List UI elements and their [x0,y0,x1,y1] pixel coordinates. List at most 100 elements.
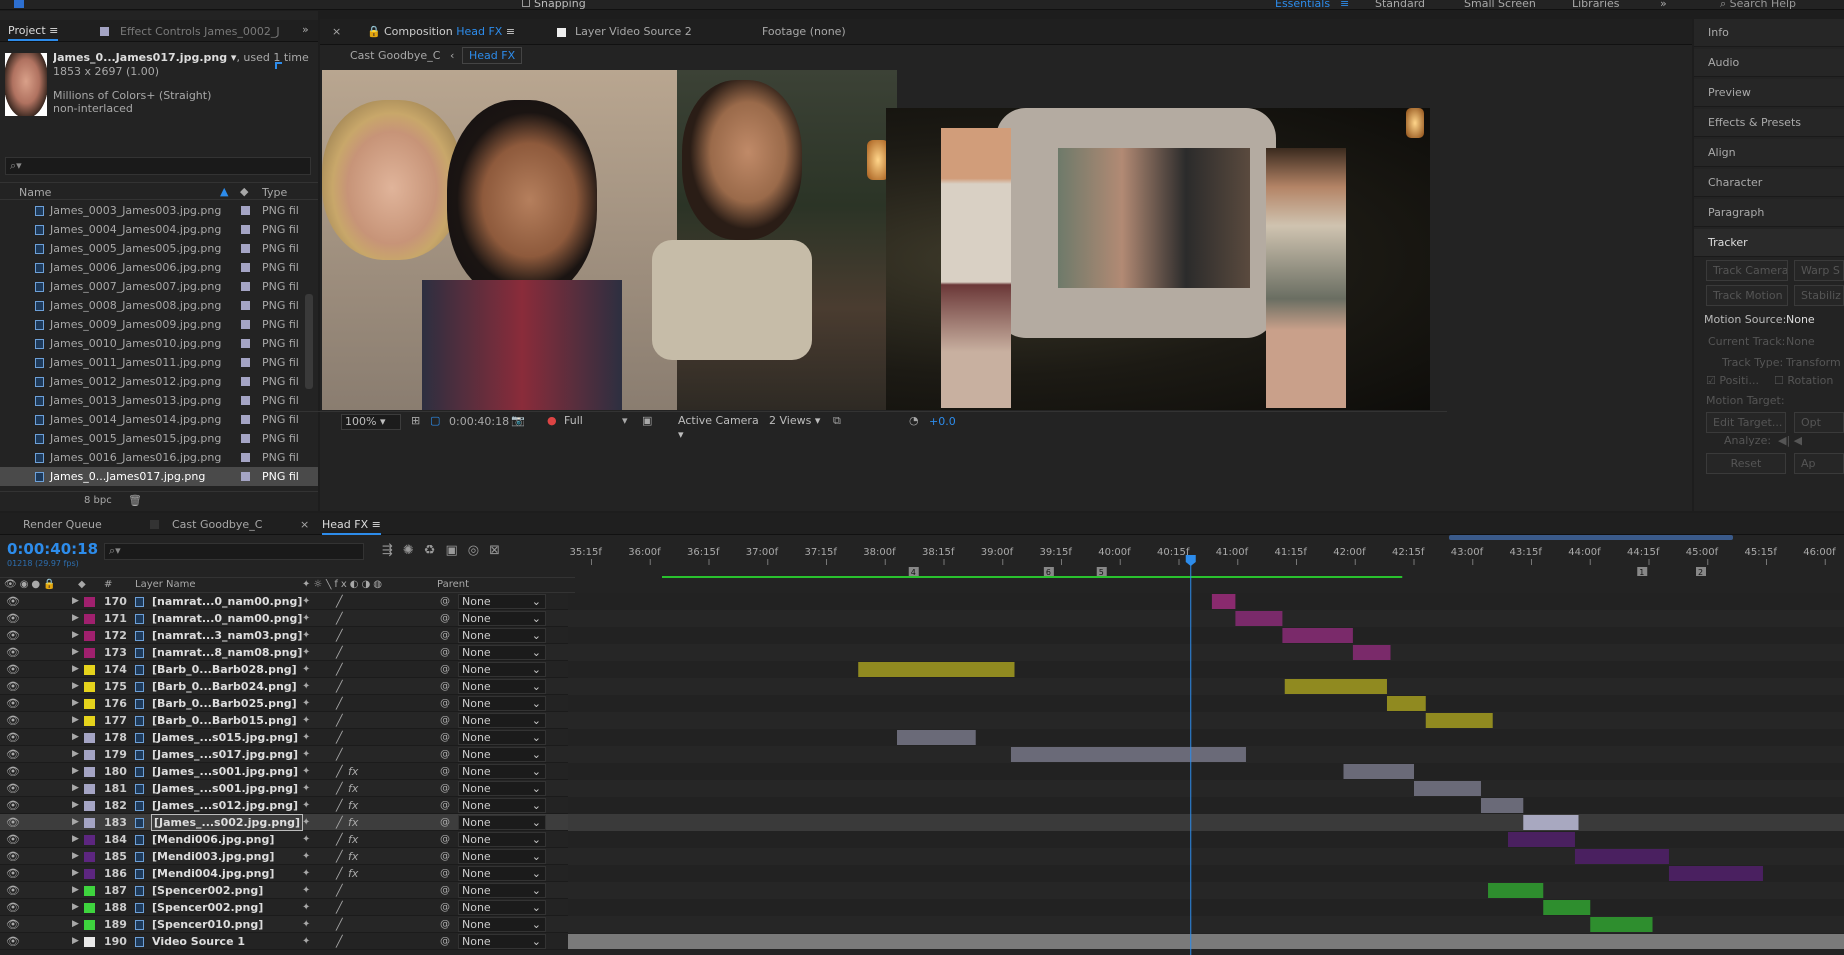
twirl-arrow-icon[interactable]: ▶ [72,661,79,678]
layer-name[interactable]: [James_...s017.jpg.png] [152,746,298,763]
label-color-icon[interactable] [84,648,95,658]
quality-switch-icon[interactable]: ╱ [336,763,343,780]
twirl-arrow-icon[interactable]: ▶ [72,797,79,814]
list-item[interactable]: James_0009_James009.jpg.png PNG fil [0,315,318,334]
quality-switch-icon[interactable]: ╱ [336,746,343,763]
exposure-icon[interactable]: ◔ [909,414,919,427]
label-color-icon[interactable] [84,733,95,743]
layer-name[interactable]: [namrat...3_nam03.png] [152,627,302,644]
twirl-arrow-icon[interactable]: ▶ [72,678,79,695]
quality-switch-icon[interactable]: ╱ [336,899,343,916]
fx-icon[interactable]: fx [348,848,358,865]
close-headfx-icon[interactable]: × [300,518,309,531]
quality-switch-icon[interactable]: ╱ [336,610,343,627]
twirl-arrow-icon[interactable]: ▶ [72,593,79,610]
playhead-handle[interactable] [1185,555,1196,566]
layer-row[interactable]: 👁 ▶ 170 [namrat...0_nam00.png] ✦ ╱ @ None ⌄ [0,593,575,610]
layer-name[interactable]: [Barb_0...Barb015.png] [152,712,297,729]
twirl-arrow-icon[interactable]: ▶ [72,865,79,882]
visibility-icon[interactable]: 👁 [6,882,20,899]
quality-switch-icon[interactable]: ╱ [336,695,343,712]
layer-bar[interactable] [897,730,976,745]
parent-select[interactable]: None ⌄ [458,832,546,847]
panel-item-paragraph[interactable]: Paragraph [1694,199,1844,227]
list-item[interactable]: James_0016_James016.jpg.png PNG fil [0,448,318,467]
list-item[interactable]: James_0007_James007.jpg.png PNG fil [0,277,318,296]
layer-bar[interactable] [1425,713,1493,728]
twirl-arrow-icon[interactable]: ▶ [72,644,79,661]
quality-switch-icon[interactable]: ╱ [336,627,343,644]
layer-name[interactable]: [namrat...8_nam08.png] [152,644,302,661]
layer-row[interactable]: 👁 ▶ 183 [James_...s002.jpg.png] ✦ ╱ fx @ None ⌄ [0,814,575,831]
pickwhip-icon[interactable]: @ [440,831,450,848]
track-camera-button[interactable]: Track Camera [1706,260,1788,281]
timeline-switch-icons[interactable]: ⇶✺♻▣◎⊠ [382,543,510,558]
twirl-arrow-icon[interactable]: ▶ [72,763,79,780]
shy-switch-icon[interactable]: ✦ [302,882,310,899]
tab-head-fx[interactable]: Head FX ≡ [322,518,381,535]
label-color-icon[interactable] [84,869,95,879]
selection-tool-icon[interactable] [14,0,24,8]
layer-name[interactable]: [Barb_0...Barb024.png] [152,678,297,695]
parent-select[interactable]: None ⌄ [458,679,546,694]
layer-name[interactable]: [Mendi004.jpg.png] [152,865,274,882]
visibility-icon[interactable]: 👁 [6,865,20,882]
parent-select[interactable]: None ⌄ [458,662,546,677]
layer-name[interactable]: Video Source 1 [152,933,245,950]
fx-icon[interactable]: fx [348,831,358,848]
snapshot-icon[interactable]: 📷 [511,414,525,427]
parent-select[interactable]: None ⌄ [458,934,546,949]
reset-button[interactable]: Reset [1706,453,1786,474]
shy-switch-icon[interactable]: ✦ [302,916,310,933]
layer-row[interactable]: 👁 ▶ 175 [Barb_0...Barb024.png] ✦ ╱ @ None ⌄ [0,678,575,695]
edit-target-button[interactable]: Edit Target... [1706,412,1786,433]
tab-project[interactable]: Project ≡ [8,24,59,41]
views-select[interactable]: 2 Views ▾ [766,414,821,430]
shy-switch-icon[interactable]: ✦ [302,729,310,746]
quality-switch-icon[interactable]: ╱ [336,593,343,610]
col-type[interactable]: Type [262,186,287,199]
twirl-arrow-icon[interactable]: ▶ [72,695,79,712]
col-layer-name[interactable]: Layer Name [135,579,196,590]
quality-switch-icon[interactable]: ╱ [336,729,343,746]
quality-switch-icon[interactable]: ╱ [336,644,343,661]
pickwhip-icon[interactable]: @ [440,729,450,746]
region-icon[interactable]: ⊞ [411,414,420,427]
fx-icon[interactable]: fx [348,763,358,780]
layer-row[interactable]: 👁 ▶ 187 [Spencer002.png] ✦ ╱ @ None ⌄ [0,882,575,899]
layer-bar[interactable] [1352,645,1391,660]
list-item[interactable]: James_0012_James012.jpg.png PNG fil [0,372,318,391]
shy-switch-icon[interactable]: ✦ [302,865,310,882]
layer-bar[interactable] [1414,781,1481,796]
warp-button[interactable]: Warp S [1794,260,1844,281]
list-item[interactable]: James_0004_James004.jpg.png PNG fil [0,220,318,239]
col-parent[interactable]: Parent [437,579,469,590]
shy-switch-icon[interactable]: ✦ [302,848,310,865]
layer-bar[interactable] [1523,815,1579,830]
twirl-arrow-icon[interactable]: ▶ [72,814,79,831]
layer-row[interactable]: 👁 ▶ 184 [Mendi006.jpg.png] ✦ ╱ fx @ None ⌄ [0,831,575,848]
label-color-icon[interactable] [84,784,95,794]
shy-switch-icon[interactable]: ✦ [302,814,310,831]
layer-name[interactable]: [namrat...0_nam00.png] [152,593,302,610]
shy-switch-icon[interactable]: ✦ [302,593,310,610]
analyze-back-icon[interactable]: ◀| ◀ [1778,434,1802,447]
pickwhip-icon[interactable]: @ [440,865,450,882]
fx-icon[interactable]: fx [348,865,358,882]
list-item[interactable]: James_0010_James010.jpg.png PNG fil [0,334,318,353]
position-checkbox[interactable]: ☑ Positi... [1706,374,1759,387]
fx-icon[interactable]: fx [348,780,358,797]
viewer-timecode[interactable]: 0:00:40:18 [449,415,509,428]
visibility-icon[interactable]: 👁 [6,678,20,695]
twirl-arrow-icon[interactable]: ▶ [72,831,79,848]
layer-row[interactable]: 👁 ▶ 189 [Spencer010.png] ✦ ╱ @ None ⌄ [0,916,575,933]
label-color-icon[interactable] [84,801,95,811]
panel-item-tracker[interactable]: Tracker [1694,229,1844,257]
workspace-small-screen[interactable]: Small Screen [1464,0,1536,10]
layer-row[interactable]: 👁 ▶ 171 [namrat...0_nam00.png] ✦ ╱ @ None ⌄ [0,610,575,627]
visibility-icon[interactable]: 👁 [6,831,20,848]
label-color-icon[interactable] [84,614,95,624]
resolution-select[interactable]: Full [561,414,631,430]
panel-item-character[interactable]: Character [1694,169,1844,197]
pickwhip-icon[interactable]: @ [440,695,450,712]
